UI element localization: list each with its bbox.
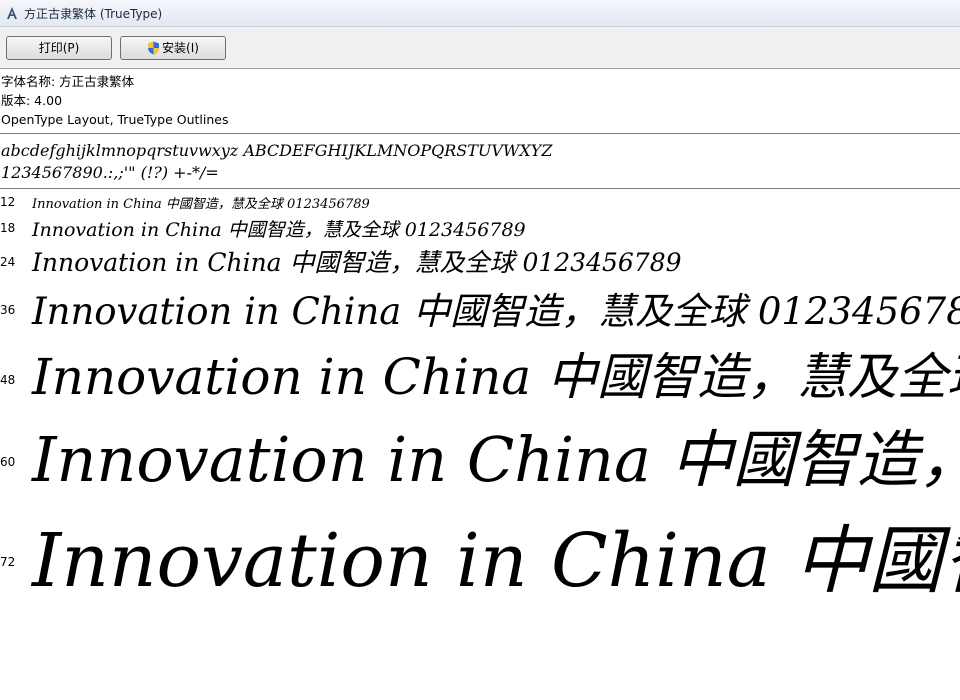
sample-list: 12 Innovation in China 中國智造，慧及全球 0123456… bbox=[0, 189, 960, 601]
title-bar: 方正古隶繁体 (TrueType) bbox=[0, 0, 960, 27]
sample-row-24: 24 Innovation in China 中國智造，慧及全球 0123456… bbox=[0, 241, 960, 279]
charset-letters: abcdefghijklmnopqrstuvwxyz ABCDEFGHIJKLM… bbox=[1, 141, 553, 160]
size-label: 12 bbox=[0, 195, 16, 209]
sample-row-48: 48 Innovation in China 中國智造，慧及全球 0123456… bbox=[0, 331, 960, 409]
font-name: 字体名称: 方正古隶繁体 bbox=[1, 74, 135, 89]
size-label: 36 bbox=[0, 303, 16, 317]
sample-row-18: 18 Innovation in China 中國智造，慧及全球 0123456… bbox=[0, 215, 960, 241]
sample-text: Innovation in China 中國智造，慧及全球 0123456789 bbox=[32, 290, 960, 331]
install-button-label: 安装(I) bbox=[162, 41, 199, 55]
sample-row-72: 72 Innovation in China 中國智造，慧及全球 0123456… bbox=[0, 501, 960, 601]
size-label: 24 bbox=[0, 255, 16, 269]
size-label: 60 bbox=[0, 455, 16, 469]
sample-row-60: 60 Innovation in China 中國智造，慧及全球 0123456… bbox=[0, 409, 960, 501]
font-type: OpenType Layout, TrueType Outlines bbox=[1, 112, 229, 127]
charset-digits: 1234567890.:,;'" (!?) +-*/= bbox=[1, 163, 219, 182]
size-label: 18 bbox=[0, 221, 16, 235]
font-info: 字体名称: 方正古隶繁体 版本: 4.00 OpenType Layout, T… bbox=[0, 69, 960, 129]
character-set: abcdefghijklmnopqrstuvwxyz ABCDEFGHIJKLM… bbox=[0, 134, 960, 188]
sample-text: Innovation in China 中國智造，慧及全球 0123456789 bbox=[32, 518, 960, 601]
shield-icon bbox=[147, 41, 160, 55]
size-label: 48 bbox=[0, 373, 16, 387]
font-version: 版本: 4.00 bbox=[1, 93, 63, 108]
font-file-icon bbox=[4, 5, 20, 21]
print-button[interactable]: 打印(P) bbox=[6, 35, 112, 60]
sample-text: Innovation in China 中國智造，慧及全球 0123456789 bbox=[32, 423, 960, 496]
window-title: 方正古隶繁体 (TrueType) bbox=[24, 6, 163, 21]
print-button-label: 打印(P) bbox=[38, 41, 80, 55]
sample-text: Innovation in China 中國智造，慧及全球 0123456789 bbox=[32, 248, 682, 277]
sample-text: Innovation in China 中國智造，慧及全球 0123456789 bbox=[32, 219, 526, 241]
sample-text: Innovation in China 中國智造，慧及全球 0123456789 bbox=[32, 348, 960, 406]
install-button[interactable]: 安装(I) bbox=[120, 35, 226, 60]
toolbar: 打印(P) 安装(I) bbox=[0, 27, 960, 69]
sample-row-12: 12 Innovation in China 中國智造，慧及全球 0123456… bbox=[0, 191, 960, 215]
font-viewer-window: 方正古隶繁体 (TrueType) 打印(P) 安装(I) 字体名称: 方正古隶… bbox=[0, 0, 960, 700]
size-label: 72 bbox=[0, 555, 16, 569]
sample-text: Innovation in China 中國智造，慧及全球 0123456789 bbox=[32, 197, 370, 212]
sample-row-36: 36 Innovation in China 中國智造，慧及全球 0123456… bbox=[0, 279, 960, 331]
